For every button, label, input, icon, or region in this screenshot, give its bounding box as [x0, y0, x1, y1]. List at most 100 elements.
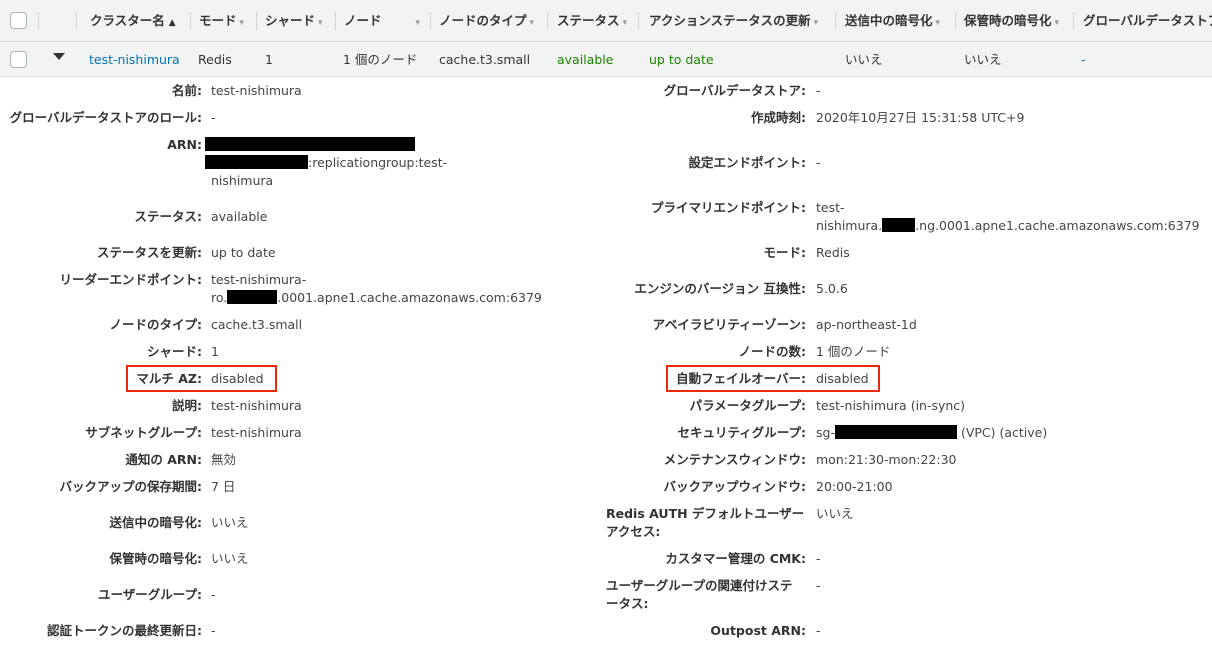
detail-value: いいえ	[211, 515, 249, 530]
detail-label: シャード:	[147, 344, 202, 359]
reader-endpoint-value: ro. .0001.apne1.cache.amazonaws.com:6379	[211, 290, 542, 305]
detail-value: 5.0.6	[816, 281, 848, 296]
col-cluster-name[interactable]: クラスター名 ▲	[90, 0, 190, 42]
primary-endpoint-value: test-	[816, 200, 845, 215]
detail-label: ステータス:	[134, 209, 203, 224]
col-node-type[interactable]: ノードのタイプ ▾	[439, 0, 543, 42]
security-group-value: sg- (VPC) (active)	[816, 425, 1048, 440]
col-nodes[interactable]: ノード ▾	[344, 0, 426, 42]
detail-label: 通知の ARN:	[125, 452, 202, 467]
detail-value: test-nishimura	[211, 398, 302, 413]
arn-value: nishimura	[211, 173, 274, 188]
col-mode[interactable]: モード ▾	[199, 0, 254, 42]
cluster-name-link[interactable]: test-nishimura	[89, 42, 180, 77]
detail-value: available	[211, 209, 268, 224]
chevron-down-icon: ▾	[622, 18, 628, 28]
detail-label: 自動フェイルオーバー:	[676, 371, 806, 386]
detail-value: -	[816, 83, 821, 98]
detail-value: 1	[211, 344, 219, 359]
chevron-down-icon: ▾	[813, 18, 819, 28]
detail-label: サブネットグループ:	[85, 425, 202, 440]
detail-label: ータス:	[606, 596, 649, 611]
header-divider	[256, 12, 257, 30]
detail-value: -	[816, 578, 821, 593]
detail-label: 送信中の暗号化:	[109, 515, 203, 530]
detail-label: メンテナンスウィンドウ:	[663, 452, 806, 467]
redacted-block	[882, 218, 916, 232]
detail-label: 認証トークンの最終更新日:	[47, 623, 202, 638]
detail-label: パラメータグループ:	[689, 398, 806, 413]
detail-label: ノードの数:	[738, 344, 807, 359]
col-update-status[interactable]: アクションステータスの更新 ▾	[649, 0, 833, 42]
col-rest-encryption[interactable]: 保管時の暗号化 ▾	[964, 0, 1072, 42]
detail-value: いいえ	[211, 551, 249, 566]
detail-value: -	[816, 551, 821, 566]
detail-value: test-nishimura (in-sync)	[816, 398, 966, 413]
detail-label: リーダーエンドポイント:	[59, 272, 203, 287]
detail-label: アクセス:	[606, 524, 661, 539]
detail-value: test-nishimura	[211, 83, 302, 98]
detail-value: mon:21:30-mon:22:30	[816, 452, 957, 467]
chevron-down-icon: ▾	[415, 18, 421, 28]
detail-value: disabled	[816, 371, 869, 386]
detail-label: ノードのタイプ:	[109, 317, 203, 332]
table-row[interactable]: test-nishimura Redis 1 1 個のノード cache.t3.…	[0, 42, 1212, 77]
redacted-block	[227, 290, 278, 304]
detail-value: -	[816, 623, 821, 638]
detail-value: 7 日	[211, 479, 236, 494]
header-divider	[547, 12, 548, 30]
chevron-down-icon: ▾	[529, 18, 535, 28]
row-checkbox[interactable]	[10, 51, 27, 68]
detail-label: 保管時の暗号化:	[109, 551, 203, 566]
detail-value: -	[211, 623, 216, 638]
row-node-type: cache.t3.small	[439, 52, 531, 67]
row-update-status: up to date	[649, 52, 714, 67]
header-divider	[1073, 12, 1074, 30]
detail-value: 20:00-21:00	[816, 479, 893, 494]
sort-asc-icon: ▲	[168, 18, 176, 28]
detail-label: バックアップウィンドウ:	[663, 479, 807, 494]
detail-label: ステータスを更新:	[97, 245, 202, 260]
detail-label: Outpost ARN:	[710, 623, 806, 638]
chevron-down-icon: ▾	[239, 18, 245, 28]
arn-value	[205, 136, 415, 154]
redacted-block	[205, 137, 415, 151]
detail-value: disabled	[211, 371, 264, 386]
detail-label: バックアップの保存期間:	[59, 479, 203, 494]
detail-label: アベイラビリティーゾーン:	[652, 317, 806, 332]
header-divider	[638, 12, 639, 30]
redacted-block	[834, 425, 957, 439]
row-status: available	[557, 52, 614, 67]
header-divider	[335, 12, 336, 30]
row-mode: Redis	[198, 52, 232, 67]
select-all-checkbox[interactable]	[10, 12, 27, 29]
detail-value: Redis	[816, 245, 850, 260]
table-header: クラスター名 ▲ モード ▾ シャード ▾ ノード ▾ ノードのタイプ ▾ ステータス ▾ …	[0, 0, 1212, 42]
detail-value: いいえ	[816, 506, 854, 521]
row-rest-encryption: いいえ	[964, 52, 1002, 67]
detail-label: 名前:	[172, 83, 202, 98]
detail-label: ユーザーグループの関連付けステ	[606, 578, 793, 593]
header-divider	[190, 12, 191, 30]
detail-label: グローバルデータストアのロール:	[9, 110, 202, 125]
col-shards[interactable]: シャード ▾	[265, 0, 335, 42]
header-divider	[835, 12, 836, 30]
detail-value: ap-northeast-1d	[816, 317, 917, 332]
reader-endpoint-value: test-nishimura-	[211, 272, 307, 287]
detail-label: プライマリエンドポイント:	[651, 200, 806, 215]
chevron-down-icon: ▾	[318, 18, 323, 28]
col-transit-encryption[interactable]: 送信中の暗号化 ▾	[845, 0, 955, 42]
expand-triangle-icon[interactable]	[53, 53, 65, 60]
detail-label: モード:	[763, 245, 807, 260]
detail-value: -	[211, 587, 216, 602]
header-divider	[955, 12, 956, 30]
detail-label: ユーザーグループ:	[98, 587, 202, 602]
chevron-down-icon: ▾	[935, 18, 941, 28]
detail-label: マルチ AZ:	[136, 371, 202, 386]
col-global-datastore[interactable]: グローバルデータストア	[1083, 0, 1212, 42]
row-global-datastore: -	[1081, 52, 1086, 67]
row-nodes: 1 個のノード	[343, 52, 418, 67]
detail-value: test-nishimura	[211, 425, 302, 440]
col-status[interactable]: ステータス ▾	[557, 0, 637, 42]
detail-value: -	[211, 110, 216, 125]
